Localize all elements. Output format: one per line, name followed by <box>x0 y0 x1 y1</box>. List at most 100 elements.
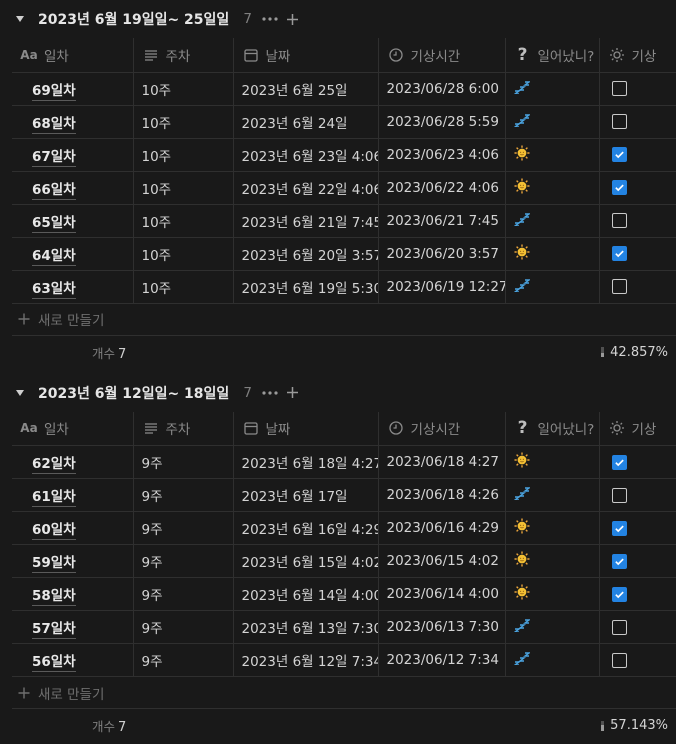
date-cell[interactable]: 2023년 6월 24일 <box>232 105 378 139</box>
wake-time-cell[interactable]: 2023/06/12 7:34 <box>377 643 505 677</box>
table-row[interactable]: 64일차 10주 2023년 6월 20일 3:57 2023/06/20 3:… <box>12 237 676 271</box>
title-cell[interactable]: 67일차 <box>12 138 133 172</box>
date-cell[interactable]: 2023년 6월 14일 4:00 <box>232 577 378 611</box>
wake-time-cell[interactable]: 2023/06/18 4:26 <box>377 478 505 512</box>
woke-up-cell[interactable] <box>504 643 599 677</box>
checkbox[interactable] <box>611 114 627 129</box>
title-cell[interactable]: 57일차 <box>12 610 133 644</box>
table-row[interactable]: 68일차 10주 2023년 6월 24일 2023/06/28 5:59 <box>12 105 676 139</box>
week-cell[interactable]: 10주 <box>132 72 233 106</box>
week-cell[interactable]: 10주 <box>132 204 233 238</box>
more-options-icon[interactable] <box>262 10 278 28</box>
row-title-link[interactable]: 57일차 <box>32 621 76 639</box>
checkbox[interactable] <box>611 652 627 668</box>
week-cell[interactable]: 9주 <box>132 643 233 677</box>
checked-cell[interactable] <box>598 643 676 677</box>
row-title-link[interactable]: 66일차 <box>32 181 76 200</box>
column-header-week[interactable]: 주차 <box>132 38 233 73</box>
checked-cell[interactable] <box>598 138 676 172</box>
title-cell[interactable]: 56일차 <box>12 643 133 677</box>
new-row-button[interactable]: 새로 만들기 <box>12 304 676 336</box>
week-cell[interactable]: 10주 <box>132 138 233 172</box>
column-header-title[interactable]: Aa 일차 <box>12 38 133 73</box>
week-cell[interactable]: 10주 <box>132 237 233 271</box>
group-title[interactable]: 2023년 6월 12일일~ 18일일 <box>38 383 229 403</box>
column-header-checked[interactable]: 기상 <box>598 411 676 446</box>
wake-time-cell[interactable]: 2023/06/28 6:00 <box>377 72 505 106</box>
wake-time-cell[interactable]: 2023/06/22 4:06 <box>377 171 505 205</box>
woke-up-cell[interactable] <box>504 445 599 479</box>
row-title-link[interactable]: 67일차 <box>32 148 76 167</box>
title-cell[interactable]: 68일차 <box>12 105 133 139</box>
wake-time-cell[interactable]: 2023/06/20 3:57 <box>377 237 505 271</box>
woke-up-cell[interactable] <box>504 171 599 205</box>
title-cell[interactable]: 61일차 <box>12 478 133 512</box>
percent-checked-calculation[interactable]: 57.143% <box>601 718 668 733</box>
row-title-link[interactable]: 62일차 <box>32 456 76 474</box>
wake-time-cell[interactable]: 2023/06/23 4:06 <box>377 138 505 172</box>
checked-cell[interactable] <box>598 610 676 644</box>
checked-cell[interactable] <box>598 511 676 545</box>
date-cell[interactable]: 2023년 6월 15일 4:02 <box>232 544 378 578</box>
checked-cell[interactable] <box>598 105 676 139</box>
week-cell[interactable]: 10주 <box>132 171 233 205</box>
checked-cell[interactable] <box>598 270 676 304</box>
week-cell[interactable]: 10주 <box>132 105 233 139</box>
table-row[interactable]: 66일차 10주 2023년 6월 22일 4:06 2023/06/22 4:… <box>12 171 676 205</box>
checked-cell[interactable] <box>598 544 676 578</box>
table-row[interactable]: 65일차 10주 2023년 6월 21일 7:45 2023/06/21 7:… <box>12 204 676 238</box>
wake-time-cell[interactable]: 2023/06/28 5:59 <box>377 105 505 139</box>
date-cell[interactable]: 2023년 6월 17일 <box>232 478 378 512</box>
woke-up-cell[interactable] <box>504 72 599 106</box>
title-cell[interactable]: 65일차 <box>12 204 133 238</box>
checkbox[interactable] <box>611 553 627 569</box>
checked-cell[interactable] <box>598 237 676 271</box>
wake-time-cell[interactable]: 2023/06/13 7:30 <box>377 610 505 644</box>
date-cell[interactable]: 2023년 6월 25일 <box>232 72 378 106</box>
table-row[interactable]: 58일차 9주 2023년 6월 14일 4:00 2023/06/14 4:0… <box>12 577 676 611</box>
week-cell[interactable]: 9주 <box>132 511 233 545</box>
woke-up-cell[interactable] <box>504 204 599 238</box>
week-cell[interactable]: 9주 <box>132 445 233 479</box>
column-header-woke-up[interactable]: ? 일어났니? <box>504 411 599 446</box>
woke-up-cell[interactable] <box>504 577 599 611</box>
percent-checked-calculation[interactable]: 42.857% <box>601 345 668 360</box>
woke-up-cell[interactable] <box>504 544 599 578</box>
checkbox[interactable] <box>611 213 627 228</box>
checked-cell[interactable] <box>598 445 676 479</box>
wake-time-cell[interactable]: 2023/06/18 4:27 <box>377 445 505 479</box>
checkbox[interactable] <box>611 279 627 294</box>
checkbox[interactable] <box>611 619 627 635</box>
wake-time-cell[interactable]: 2023/06/21 7:45 <box>377 204 505 238</box>
checkbox[interactable] <box>611 454 627 470</box>
row-title-link[interactable]: 68일차 <box>32 115 76 134</box>
title-cell[interactable]: 58일차 <box>12 577 133 611</box>
title-cell[interactable]: 63일차 <box>12 270 133 304</box>
row-title-link[interactable]: 63일차 <box>32 280 76 299</box>
row-title-link[interactable]: 69일차 <box>32 82 76 101</box>
checkbox[interactable] <box>611 180 627 195</box>
row-title-link[interactable]: 64일차 <box>32 247 76 266</box>
woke-up-cell[interactable] <box>504 610 599 644</box>
date-cell[interactable]: 2023년 6월 20일 3:57 <box>232 237 378 271</box>
column-header-title[interactable]: Aa 일차 <box>12 411 133 446</box>
week-cell[interactable]: 9주 <box>132 610 233 644</box>
column-header-week[interactable]: 주차 <box>132 411 233 446</box>
row-title-link[interactable]: 58일차 <box>32 588 76 606</box>
title-cell[interactable]: 69일차 <box>12 72 133 106</box>
checkbox[interactable] <box>611 520 627 536</box>
checkbox[interactable] <box>611 487 627 503</box>
row-title-link[interactable]: 65일차 <box>32 214 76 233</box>
wake-time-cell[interactable]: 2023/06/19 12:27 <box>377 270 505 304</box>
title-cell[interactable]: 66일차 <box>12 171 133 205</box>
collapse-toggle-icon[interactable] <box>14 13 26 25</box>
column-header-date[interactable]: 날짜 <box>232 38 378 73</box>
column-header-checked[interactable]: 기상 <box>598 38 676 73</box>
checked-cell[interactable] <box>598 478 676 512</box>
count-calculation[interactable]: 개수 7 <box>92 343 126 362</box>
checked-cell[interactable] <box>598 72 676 106</box>
row-title-link[interactable]: 56일차 <box>32 654 76 672</box>
add-row-plus-icon[interactable] <box>286 384 299 402</box>
column-header-wake-time[interactable]: 기상시간 <box>377 411 505 446</box>
woke-up-cell[interactable] <box>504 511 599 545</box>
